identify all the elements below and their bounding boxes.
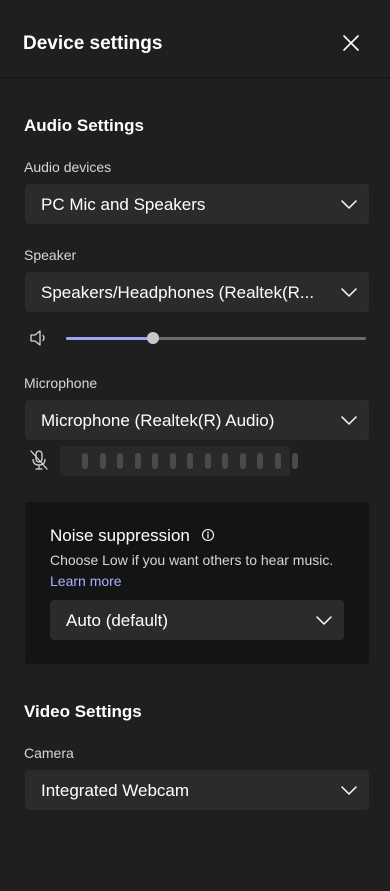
- microphone-level-meter: [60, 446, 298, 476]
- audio-devices-value: PC Mic and Speakers: [41, 195, 206, 214]
- speaker-label: Speaker: [24, 247, 77, 263]
- speaker-icon: [30, 330, 45, 346]
- level-bar: [274, 453, 281, 469]
- noise-suppression-card: Noise suppression Choose Low if you want…: [25, 502, 369, 664]
- chevron-down-icon: [341, 786, 357, 795]
- camera-dropdown[interactable]: Integrated Webcam: [25, 770, 369, 810]
- level-bar: [117, 453, 123, 469]
- chevron-down-icon: [341, 416, 357, 425]
- level-bar: [257, 453, 263, 469]
- level-bar: [292, 453, 298, 469]
- camera-value: Integrated Webcam: [41, 781, 190, 800]
- video-settings-heading: Video Settings: [24, 702, 142, 721]
- microphone-dropdown[interactable]: Microphone (Realtek(R) Audio): [25, 400, 369, 440]
- noise-suppression-description: Choose Low if you want others to hear mu…: [50, 550, 350, 592]
- noise-suppression-description-text: Choose Low if you want others to hear mu…: [50, 552, 334, 568]
- noise-suppression-dropdown[interactable]: Auto (default): [50, 600, 344, 640]
- speaker-dropdown[interactable]: Speakers/Headphones (Realtek(R...: [25, 272, 369, 312]
- device-settings-panel: Device settings Audio Settings Audio dev…: [0, 0, 390, 891]
- chevron-down-icon: [341, 288, 357, 297]
- audio-devices-label: Audio devices: [24, 159, 112, 175]
- noise-suppression-value: Auto (default): [66, 611, 169, 630]
- page-title: Device settings: [23, 33, 163, 54]
- info-icon[interactable]: [201, 528, 215, 542]
- speaker-volume-handle[interactable]: [147, 332, 159, 344]
- level-bar: [152, 453, 158, 469]
- mic-muted-icon: [30, 450, 48, 470]
- audio-settings-heading: Audio Settings: [24, 116, 144, 135]
- camera-label: Camera: [24, 745, 74, 761]
- learn-more-link[interactable]: Learn more: [50, 573, 122, 589]
- chevron-down-icon: [341, 200, 357, 209]
- speaker-value: Speakers/Headphones (Realtek(R...: [41, 283, 315, 302]
- level-bar: [99, 453, 106, 469]
- level-bar: [169, 453, 176, 469]
- speaker-volume-slider[interactable]: [66, 332, 366, 344]
- level-bar: [134, 453, 141, 469]
- level-bar: [187, 453, 193, 469]
- panel-header: Device settings: [0, 0, 390, 78]
- microphone-value: Microphone (Realtek(R) Audio): [41, 411, 275, 430]
- microphone-label: Microphone: [24, 375, 98, 391]
- speaker-volume-fill: [66, 337, 153, 340]
- audio-devices-dropdown[interactable]: PC Mic and Speakers: [25, 184, 369, 224]
- level-bar: [222, 453, 228, 469]
- chevron-down-icon: [316, 616, 332, 625]
- level-bar: [239, 453, 246, 469]
- level-bar: [82, 453, 88, 469]
- noise-suppression-title: Noise suppression: [50, 526, 190, 545]
- level-bar: [204, 453, 211, 469]
- close-icon: [343, 35, 359, 51]
- close-button[interactable]: [337, 29, 365, 57]
